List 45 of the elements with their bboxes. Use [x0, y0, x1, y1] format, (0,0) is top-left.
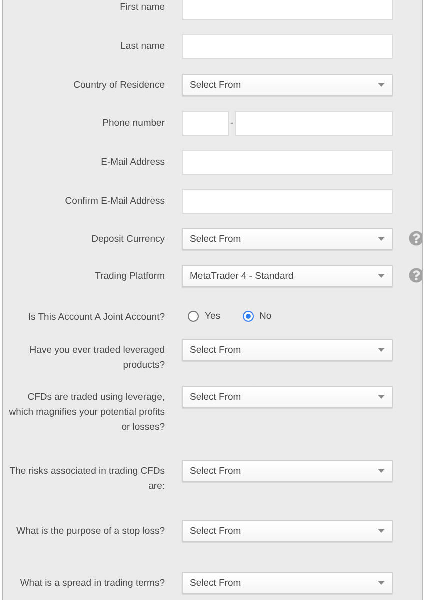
radio-button[interactable]: [188, 310, 199, 322]
option-label: Yes: [205, 310, 220, 322]
field-label: Last name: [120, 40, 165, 54]
field-label: First name: [119, 1, 165, 15]
select-dropdown[interactable]: Select From: [182, 572, 393, 594]
field-label: E-Mail Address: [100, 156, 165, 170]
help-icon[interactable]: [409, 231, 422, 246]
phone-field[interactable]: [235, 111, 393, 136]
caret-icon: [378, 529, 385, 533]
caret-icon: [378, 83, 385, 87]
text-field[interactable]: [182, 150, 393, 175]
caret-icon: [378, 274, 385, 278]
option-label: No: [260, 310, 272, 322]
select-dropdown[interactable]: Select From: [182, 74, 393, 96]
field-label: Is This Account A Joint Account?: [27, 311, 165, 325]
radio-option[interactable]: Yes: [188, 310, 220, 322]
field-label: What is the purpose of a stop loss?: [16, 525, 165, 539]
field-label: Country of Residence: [72, 79, 165, 93]
text-field[interactable]: [182, 34, 393, 59]
select-dropdown[interactable]: Select From: [182, 228, 393, 250]
select-dropdown[interactable]: Select From: [182, 386, 393, 408]
text-field[interactable]: [182, 0, 393, 20]
field-label: What is a spread in trading terms?: [19, 577, 165, 591]
field-label: Phone number: [102, 117, 165, 131]
separator-text: -: [229, 118, 235, 129]
select-dropdown[interactable]: MetaTrader 4 - Standard: [182, 265, 393, 287]
caret-icon: [378, 581, 385, 585]
caret-icon: [378, 469, 385, 473]
select-dropdown[interactable]: Select From: [182, 460, 393, 482]
field-label: Deposit Currency: [90, 233, 165, 247]
radio-option[interactable]: No: [242, 310, 272, 322]
select-dropdown[interactable]: Select From: [182, 339, 393, 361]
field-label: Have you ever traded leveraged products?: [28, 344, 165, 373]
caret-icon: [378, 348, 385, 352]
field-label: Trading Platform: [94, 270, 165, 284]
caret-icon: [378, 237, 385, 241]
field-label: CFDs are traded using leverage, which magnifies your potential profits or losses?: [8, 391, 165, 435]
field-label: Confirm E-Mail Address: [64, 195, 165, 209]
select-dropdown[interactable]: Select From: [182, 520, 393, 542]
radio-button[interactable]: [242, 310, 254, 322]
field-label: The risks associated in trading CFDs are:: [8, 465, 165, 494]
text-field[interactable]: [182, 189, 393, 214]
area-code-field[interactable]: [182, 111, 229, 136]
caret-icon: [378, 395, 385, 399]
help-icon[interactable]: [409, 268, 422, 283]
